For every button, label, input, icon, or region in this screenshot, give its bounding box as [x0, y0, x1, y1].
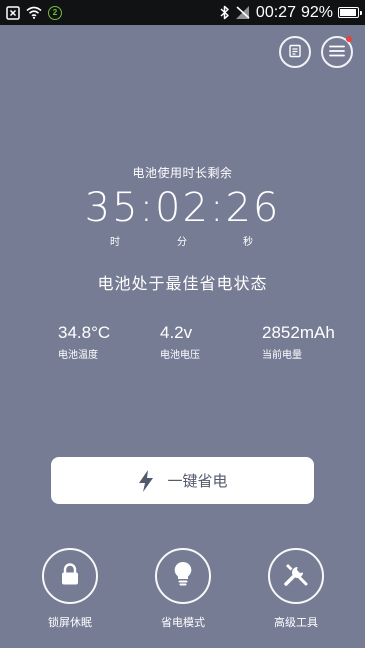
capacity-label: 当前电量 [262, 350, 302, 361]
stat-voltage: 4.2v 电池电压 [160, 323, 200, 361]
unit-minutes: 分 [177, 237, 187, 248]
stat-temperature: 34.8°C 电池温度 [58, 323, 110, 361]
unit-hours: 时 [110, 237, 120, 248]
timer-seconds: 26 [225, 185, 281, 231]
lightning-bolt-icon [137, 469, 155, 493]
timer-separator: : [209, 185, 226, 231]
one-click-save-button[interactable]: 一键省电 [51, 457, 314, 504]
tool-advanced[interactable]: 高级工具 [266, 548, 326, 630]
tool-lock-sleep-circle[interactable] [42, 548, 98, 604]
status-right: 00:27 92% [215, 0, 362, 25]
notification-badge-icon: 2 [48, 5, 62, 20]
lightbulb-icon [173, 561, 193, 591]
close-box-icon [6, 5, 20, 20]
voltage-label: 电池电压 [160, 350, 200, 361]
battery-percent: 92% [300, 4, 333, 21]
status-left: 2 [6, 5, 68, 20]
wrench-icon [283, 561, 309, 591]
temperature-label: 电池温度 [58, 350, 98, 361]
battery-state-text: 电池处于最佳省电状态 [97, 274, 268, 293]
bluetooth-icon [220, 5, 230, 20]
temperature-value: 34.8°C [58, 323, 111, 342]
battery-fill [340, 9, 356, 16]
menu-notification-dot [346, 36, 352, 42]
status-bar: 2 00:27 92% [0, 0, 365, 25]
tool-advanced-circle[interactable] [268, 548, 324, 604]
voltage-value: 4.2v [160, 323, 193, 342]
tool-power-mode-label: 省电模式 [161, 616, 205, 629]
capacity-value: 2852mAh [262, 323, 335, 342]
one-click-save-label: 一键省电 [167, 472, 228, 490]
remaining-label: 电池使用时长剩余 [132, 166, 233, 180]
timer-hours: 35 [84, 185, 140, 231]
book-icon [288, 43, 302, 62]
hamburger-menu-icon [329, 43, 345, 62]
timer-separator: : [139, 185, 156, 231]
status-time: 00:27 [255, 4, 296, 21]
tool-advanced-label: 高级工具 [274, 616, 318, 629]
unit-seconds: 秒 [243, 237, 253, 248]
remaining-timer: 35:02:26 [0, 186, 365, 230]
padlock-icon [59, 562, 81, 590]
menu-button[interactable] [321, 36, 353, 68]
battery-icon [338, 7, 362, 18]
reader-button[interactable] [279, 36, 311, 68]
wifi-icon [26, 6, 42, 19]
tool-power-mode-circle[interactable] [155, 548, 211, 604]
timer-minutes: 02 [155, 185, 210, 231]
no-signal-icon [235, 5, 251, 20]
tool-power-mode[interactable]: 省电模式 [153, 548, 213, 630]
stat-capacity: 2852mAh 当前电量 [262, 323, 335, 361]
tool-lock-sleep-label: 锁屏休眠 [48, 616, 92, 629]
tool-lock-sleep[interactable]: 锁屏休眠 [40, 548, 100, 630]
